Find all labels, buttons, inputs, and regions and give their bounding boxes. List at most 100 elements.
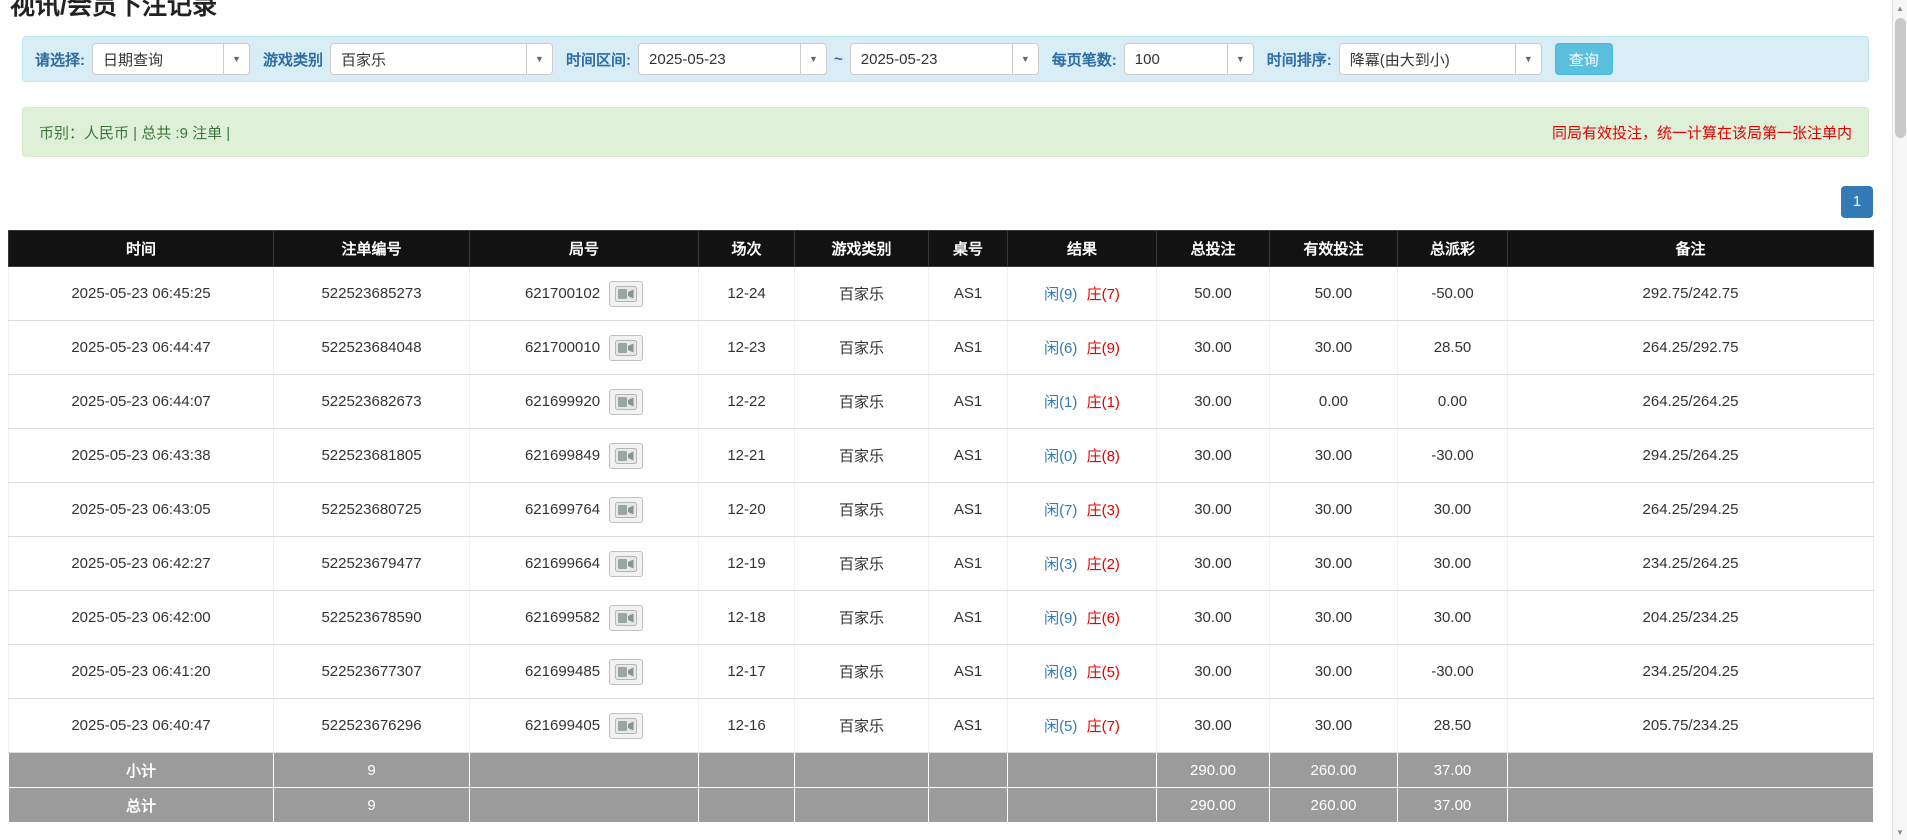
cell-round-id: 621699664 — [470, 537, 699, 591]
date-from-select[interactable]: 2025-05-23 ▼ — [638, 43, 827, 75]
query-type-select[interactable]: 日期查询 ▼ — [92, 43, 250, 75]
cell-valid-bet: 30.00 — [1270, 591, 1398, 645]
cell-result: 闲(9) 庄(7) — [1008, 267, 1157, 321]
cell-session: 12-22 — [699, 375, 795, 429]
video-replay-icon[interactable] — [609, 713, 643, 739]
cell-round-id: 621699920 — [470, 375, 699, 429]
round-id-text: 621700010 — [525, 339, 600, 356]
cell-game-type: 百家乐 — [795, 429, 929, 483]
cell-remark: 292.75/242.75 — [1508, 267, 1874, 321]
cell-bet-id: 522523676296 — [274, 699, 470, 753]
cell-bet-id: 522523682673 — [274, 375, 470, 429]
total-bet-link[interactable]: 30.00 — [1157, 321, 1270, 375]
game-type-select[interactable]: 百家乐 ▼ — [330, 43, 553, 75]
time-sort-value: 降冪(由大到小) — [1340, 44, 1515, 74]
cell-time: 2025-05-23 06:43:38 — [9, 429, 274, 483]
cell-valid-bet: 30.00 — [1270, 321, 1398, 375]
result-banker: 庄(6) — [1087, 610, 1120, 627]
time-sort-select[interactable]: 降冪(由大到小) ▼ — [1339, 43, 1542, 75]
result-player: 闲(5) — [1044, 718, 1077, 735]
header-total-bet: 总投注 — [1157, 231, 1270, 267]
round-id-text: 621699582 — [525, 609, 600, 626]
cell-bet-id: 522523685273 — [274, 267, 470, 321]
total-row: 总计 9 290.00 260.00 37.00 — [9, 788, 1874, 823]
header-table-no: 桌号 — [929, 231, 1008, 267]
cell-valid-bet: 30.00 — [1270, 429, 1398, 483]
header-round-id: 局号 — [470, 231, 699, 267]
filter-bar: 请选择: 日期查询 ▼ 游戏类别 百家乐 ▼ 时间区间: 2025-05-23 … — [22, 36, 1869, 82]
total-bet-link[interactable]: 30.00 — [1157, 537, 1270, 591]
cell-payout: 0.00 — [1398, 375, 1508, 429]
cell-table-no: AS1 — [929, 591, 1008, 645]
cell-valid-bet: 50.00 — [1270, 267, 1398, 321]
cell-remark: 205.75/234.25 — [1508, 699, 1874, 753]
date-to-select[interactable]: 2025-05-23 ▼ — [850, 43, 1039, 75]
cell-time: 2025-05-23 06:40:47 — [9, 699, 274, 753]
header-remark: 备注 — [1508, 231, 1874, 267]
result-player: 闲(1) — [1044, 394, 1077, 411]
header-result: 结果 — [1008, 231, 1157, 267]
cell-remark: 264.25/292.75 — [1508, 321, 1874, 375]
bet-records-table-wrap: 时间 注单编号 局号 场次 游戏类别 桌号 结果 总投注 有效投注 总派彩 备注… — [8, 230, 1873, 823]
total-bet-link[interactable]: 30.00 — [1157, 591, 1270, 645]
bet-records-table: 时间 注单编号 局号 场次 游戏类别 桌号 结果 总投注 有效投注 总派彩 备注… — [8, 230, 1874, 823]
video-replay-icon[interactable] — [609, 335, 643, 361]
result-player: 闲(0) — [1044, 448, 1077, 465]
chevron-down-icon: ▼ — [526, 44, 552, 74]
cell-game-type: 百家乐 — [795, 537, 929, 591]
cell-session: 12-19 — [699, 537, 795, 591]
video-replay-icon[interactable] — [609, 605, 643, 631]
page-size-label: 每页笔数: — [1052, 49, 1117, 70]
cell-result: 闲(1) 庄(1) — [1008, 375, 1157, 429]
video-replay-icon[interactable] — [609, 497, 643, 523]
scroll-down-icon[interactable]: ▼ — [1893, 824, 1907, 840]
cell-time: 2025-05-23 06:45:25 — [9, 267, 274, 321]
total-bet-link[interactable]: 50.00 — [1157, 267, 1270, 321]
cell-payout: -50.00 — [1398, 267, 1508, 321]
video-replay-icon[interactable] — [609, 443, 643, 469]
total-bet-link[interactable]: 30.00 — [1157, 483, 1270, 537]
cell-table-no: AS1 — [929, 375, 1008, 429]
chevron-down-icon: ▼ — [1012, 44, 1038, 74]
cell-session: 12-18 — [699, 591, 795, 645]
video-replay-icon[interactable] — [609, 551, 643, 577]
cell-valid-bet: 0.00 — [1270, 375, 1398, 429]
cell-game-type: 百家乐 — [795, 375, 929, 429]
cell-game-type: 百家乐 — [795, 483, 929, 537]
chevron-down-icon: ▼ — [800, 44, 826, 74]
valid-bet-notice: 同局有效投注，统一计算在该局第一张注单内 — [1552, 122, 1852, 143]
cell-session: 12-21 — [699, 429, 795, 483]
scrollbar[interactable]: ▲ ▼ — [1892, 0, 1907, 840]
cell-time: 2025-05-23 06:44:47 — [9, 321, 274, 375]
cell-game-type: 百家乐 — [795, 591, 929, 645]
total-bet-link[interactable]: 30.00 — [1157, 699, 1270, 753]
cell-payout: 30.00 — [1398, 591, 1508, 645]
page-size-select[interactable]: 100 ▼ — [1124, 43, 1254, 75]
page-button-1[interactable]: 1 — [1841, 186, 1873, 218]
cell-bet-id: 522523678590 — [274, 591, 470, 645]
video-replay-icon[interactable] — [609, 389, 643, 415]
cell-session: 12-20 — [699, 483, 795, 537]
cell-table-no: AS1 — [929, 321, 1008, 375]
result-player: 闲(3) — [1044, 556, 1077, 573]
video-replay-icon[interactable] — [609, 659, 643, 685]
round-id-text: 621699920 — [525, 393, 600, 410]
filter-group-page-size: 每页笔数: 100 ▼ — [1052, 43, 1254, 75]
total-bet-link[interactable]: 30.00 — [1157, 429, 1270, 483]
cell-payout: 30.00 — [1398, 537, 1508, 591]
page-title: 视讯/会员下注记录 — [10, 0, 217, 22]
round-id-text: 621700102 — [525, 285, 600, 302]
cell-session: 12-24 — [699, 267, 795, 321]
date-range-label: 时间区间: — [566, 49, 631, 70]
cell-game-type: 百家乐 — [795, 267, 929, 321]
video-replay-icon[interactable] — [609, 281, 643, 307]
total-bet-link[interactable]: 30.00 — [1157, 645, 1270, 699]
search-button[interactable]: 查询 — [1555, 43, 1613, 75]
total-bet-link[interactable]: 30.00 — [1157, 375, 1270, 429]
header-valid-bet: 有效投注 — [1270, 231, 1398, 267]
header-session: 场次 — [699, 231, 795, 267]
scrollbar-thumb[interactable] — [1895, 18, 1906, 138]
cell-remark: 264.25/264.25 — [1508, 375, 1874, 429]
header-game-type: 游戏类别 — [795, 231, 929, 267]
scroll-up-icon[interactable]: ▲ — [1893, 0, 1907, 16]
